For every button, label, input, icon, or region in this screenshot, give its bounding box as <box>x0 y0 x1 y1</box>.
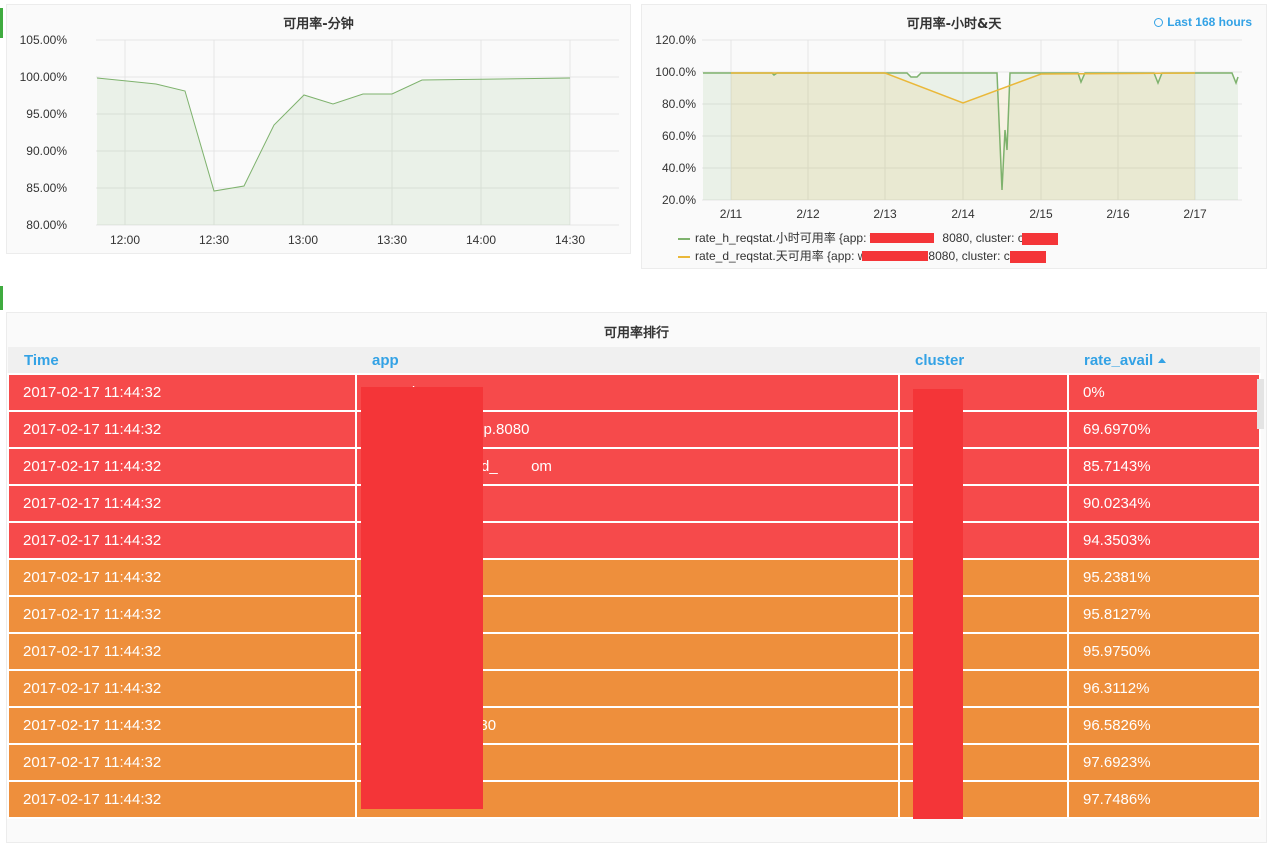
redaction-mark <box>1010 251 1046 263</box>
legend-label: rate_h_reqstat.小时可用率 {app: w <box>695 231 879 245</box>
x-tick: 12:30 <box>199 233 229 247</box>
table-row[interactable]: 2017-02-17 11:44:32 cou t g_scoud_ om85.… <box>7 447 1261 486</box>
ranking-table-panel: 可用率排行 Time app cluster rate_avail 2017-0… <box>6 312 1267 843</box>
panel-row-marker <box>0 286 3 310</box>
x-tick: 13:00 <box>288 233 318 247</box>
table-row[interactable]: 2017-02-17 11:44:32 d 8 8095.2381% <box>7 558 1261 597</box>
hour-day-chart: 120.0% 100.0% 80.0% 60.0% 40.0% 20.0% 2/… <box>655 33 1242 221</box>
sort-ascending-icon <box>1158 357 1167 363</box>
row-rate: 95.2381% <box>1067 558 1261 597</box>
table-row[interactable]: 2017-02-17 11:44:32t ca l0% <box>7 373 1261 412</box>
x-tick: 2/16 <box>1106 207 1130 221</box>
panel-row-marker <box>0 8 3 38</box>
x-tick: 2/15 <box>1029 207 1053 221</box>
row-rate: 97.6923% <box>1067 743 1261 782</box>
minute-chart: 105.00% 100.00% 95.00% 90.00% 85.00% 80.… <box>20 33 619 247</box>
column-header-time[interactable]: Time <box>8 347 356 374</box>
row-time: 2017-02-17 11:44:32 <box>7 410 357 449</box>
row-time: 2017-02-17 11:44:32 <box>7 373 357 412</box>
panel-minute-availability: 可用率-分钟 105.00% 100.00% 95.00% 90.00% 85.… <box>6 4 631 254</box>
redaction-mark <box>870 233 934 243</box>
redaction-mark <box>862 251 928 261</box>
y-tick: 100.0% <box>655 65 696 79</box>
y-tick: 90.00% <box>26 144 67 158</box>
x-tick: 14:30 <box>555 233 585 247</box>
x-tick: 2/14 <box>951 207 975 221</box>
row-time: 2017-02-17 11:44:32 <box>7 558 357 597</box>
row-rate: 90.0234% <box>1067 484 1261 523</box>
chart-legend: rate_h_reqstat.小时可用率 {app: w 8080, cluste… <box>678 229 1024 265</box>
table-row[interactable]: 2017-02-17 11:44:32 897.7486% <box>7 780 1261 819</box>
y-tick: 95.00% <box>26 107 67 121</box>
ranking-table: Time app cluster rate_avail 2017-02-17 1… <box>7 347 1261 819</box>
y-tick: 80.00% <box>26 218 67 232</box>
y-tick: 100.00% <box>20 70 68 84</box>
x-tick: 2/11 <box>720 207 743 221</box>
legend-swatch <box>678 237 690 240</box>
redaction-mark <box>361 387 483 809</box>
row-rate: 96.3112% <box>1067 669 1261 708</box>
column-header-rate-label: rate_avail <box>1084 351 1154 369</box>
table-row[interactable]: 2017-02-17 11:44:32 tu 8ne94.3503% <box>7 521 1261 560</box>
row-time: 2017-02-17 11:44:32 <box>7 706 357 745</box>
column-header-cluster[interactable]: cluster <box>899 347 1068 374</box>
row-time: 2017-02-17 11:44:32 <box>7 780 357 819</box>
row-rate: 94.3503% <box>1067 521 1261 560</box>
y-tick: 105.00% <box>20 33 68 47</box>
row-time: 2017-02-17 11:44:32 <box>7 484 357 523</box>
row-time: 2017-02-17 11:44:32 <box>7 521 357 560</box>
row-rate: 96.5826% <box>1067 706 1261 745</box>
minute-x-ticks: 12:00 12:30 13:00 13:30 14:00 14:30 <box>110 233 585 247</box>
table-header-row: Time app cluster rate_avail <box>8 347 1260 374</box>
row-rate: 85.7143% <box>1067 447 1261 486</box>
row-rate: 97.7486% <box>1067 780 1261 819</box>
y-tick: 60.0% <box>662 129 696 143</box>
legend-swatch <box>678 255 690 258</box>
legend-label: rate_d_reqstat.天可用率 {app: w <box>695 249 867 263</box>
table-row[interactable]: 2017-02-17 11:44:32 17 2 2990.0234% <box>7 484 1261 523</box>
row-time: 2017-02-17 11:44:32 <box>7 669 357 708</box>
redaction-mark <box>1022 233 1058 245</box>
row-rate: 95.8127% <box>1067 595 1261 634</box>
table-row[interactable]: 2017-02-17 11:44:32 gi t 097.6923% <box>7 743 1261 782</box>
legend-item-day[interactable]: rate_d_reqstat.天可用率 {app: w 8080, cluster… <box>678 247 1024 265</box>
x-tick: 2/12 <box>796 207 820 221</box>
redaction-mark <box>913 389 963 819</box>
panel-hour-day-availability: 可用率-小时&天 Last 168 hours 120.0% 100.0% 80… <box>641 4 1267 269</box>
table-row[interactable]: 2017-02-17 11:44:32 a e i.808095.9750% <box>7 632 1261 671</box>
x-tick: 2/13 <box>873 207 897 221</box>
hour-day-y-ticks: 120.0% 100.0% 80.0% 60.0% 40.0% 20.0% <box>655 33 696 207</box>
row-rate: 95.9750% <box>1067 632 1261 671</box>
hour-day-x-ticks: 2/11 2/12 2/13 2/14 2/15 2/16 2/17 <box>720 207 1207 221</box>
table-row[interactable]: 2017-02-17 11:44:32 o the e-cmp.808069.6… <box>7 410 1261 449</box>
minute-series-fill <box>97 78 570 225</box>
x-tick: 13:30 <box>377 233 407 247</box>
table-row[interactable]: 2017-02-17 11:44:32 e a 08096.3112% <box>7 669 1261 708</box>
panel-title[interactable]: 可用率排行 <box>7 322 1266 341</box>
y-tick: 20.0% <box>662 193 696 207</box>
row-rate: 0% <box>1067 373 1261 412</box>
column-header-app[interactable]: app <box>356 347 899 374</box>
column-header-rate[interactable]: rate_avail <box>1068 347 1260 374</box>
table-row[interactable]: 2017-02-17 11:44:32 o s 08095.8127% <box>7 595 1261 634</box>
y-tick: 80.0% <box>662 97 696 111</box>
row-time: 2017-02-17 11:44:32 <box>7 595 357 634</box>
row-time: 2017-02-17 11:44:32 <box>7 447 357 486</box>
y-tick: 120.0% <box>655 33 696 47</box>
row-time: 2017-02-17 11:44:32 <box>7 743 357 782</box>
x-tick: 12:00 <box>110 233 140 247</box>
x-tick: 14:00 <box>466 233 496 247</box>
legend-label-end: 8080, cluster: c <box>942 231 1024 245</box>
row-rate: 69.6970% <box>1067 410 1261 449</box>
x-tick: 2/17 <box>1183 207 1207 221</box>
minute-y-ticks: 105.00% 100.00% 95.00% 90.00% 85.00% 80.… <box>20 33 68 232</box>
y-tick: 40.0% <box>662 161 696 175</box>
table-scrollbar[interactable] <box>1257 379 1264 429</box>
y-tick: 85.00% <box>26 181 67 195</box>
legend-item-hour[interactable]: rate_h_reqstat.小时可用率 {app: w 8080, cluste… <box>678 229 1024 247</box>
table-row[interactable]: 2017-02-17 11:44:32 o o g .808096.5826% <box>7 706 1261 745</box>
row-time: 2017-02-17 11:44:32 <box>7 632 357 671</box>
legend-label-end: 8080, cluster: c <box>928 249 1010 263</box>
